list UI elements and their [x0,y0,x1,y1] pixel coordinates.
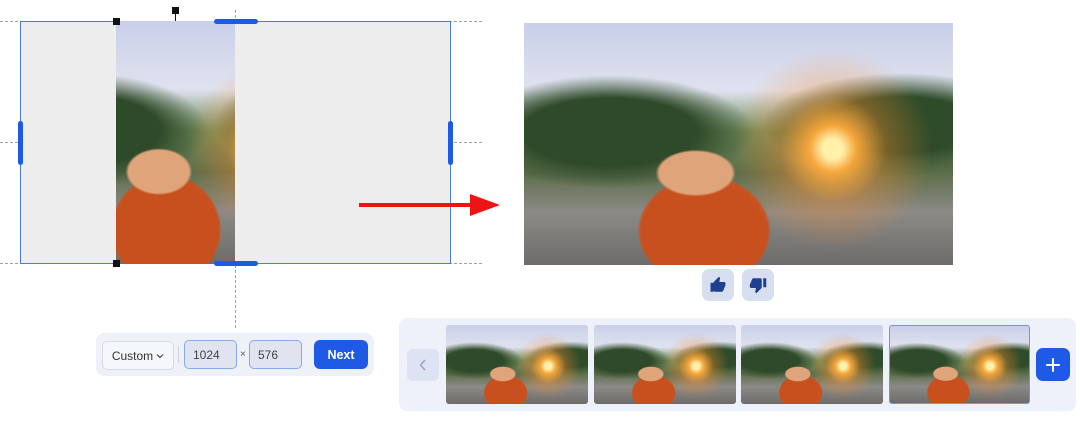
filmstrip-thumbnail-selected[interactable] [889,325,1030,404]
add-result-button[interactable] [1036,348,1070,381]
filmstrip-thumbnail[interactable] [594,325,736,404]
toolbar-divider [178,346,179,363]
dimension-separator: × [240,349,246,360]
like-button[interactable] [702,269,734,301]
source-image[interactable] [116,21,235,264]
filmstrip-prev-button[interactable] [407,349,439,381]
resize-handle-left[interactable] [18,121,23,165]
filmstrip-thumbnail[interactable] [741,325,883,404]
rotate-handle[interactable] [172,7,179,14]
arrow-right-icon [470,194,500,216]
thumbs-up-icon [710,276,726,292]
height-input[interactable]: 576 [249,340,302,369]
arrow-line [359,203,473,207]
resize-handle-bottom[interactable] [214,261,258,266]
thumbs-down-icon [749,278,767,294]
result-image [524,23,953,265]
width-input[interactable]: 1024 [184,340,237,369]
resize-handle-top[interactable] [214,19,258,24]
resize-corner-bottom-left[interactable] [113,260,120,267]
dislike-button[interactable] [742,269,774,301]
resize-handle-right[interactable] [448,121,453,165]
chevron-left-icon [419,359,426,371]
next-button[interactable]: Next [314,340,368,369]
aspect-ratio-label: Custom [111,348,154,363]
outpaint-canvas[interactable] [20,21,451,264]
plus-icon [1046,357,1060,372]
aspect-ratio-dropdown[interactable]: Custom [102,341,174,370]
filmstrip-thumbnail[interactable] [446,325,588,404]
chevron-down-icon [156,353,164,358]
resize-corner-top-left[interactable] [113,18,120,25]
